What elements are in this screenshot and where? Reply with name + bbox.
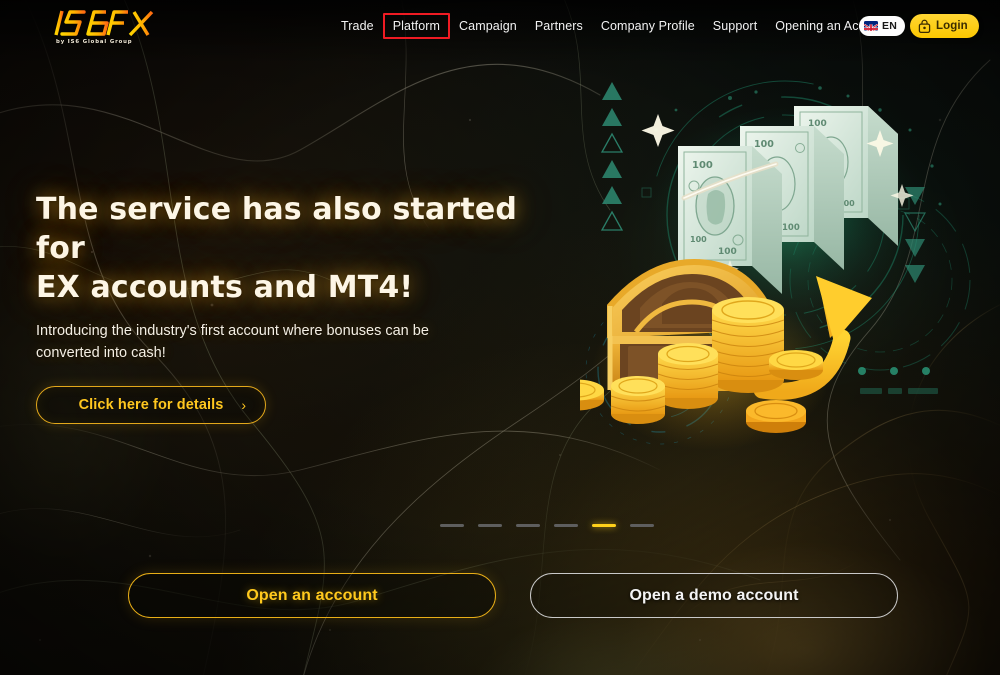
brand-tagline: by IS6 Global Group — [56, 39, 133, 45]
bottom-cta-row: Open an account Open a demo account — [0, 573, 1000, 619]
nav-item-partners[interactable]: Partners — [526, 14, 592, 39]
login-label: Login — [936, 20, 968, 32]
svg-text:100: 100 — [782, 223, 800, 233]
page-root: 100 100 100 100 100 100 100 by IS6 Globa… — [0, 0, 1000, 675]
carousel-dot-4[interactable] — [554, 524, 578, 527]
carousel-indicators — [440, 524, 654, 527]
chevron-right-icon: › — [241, 397, 246, 413]
hero-title-line2: EX accounts and MT4! — [36, 270, 414, 305]
carousel-dot-5[interactable] — [592, 524, 616, 527]
hero-details-button[interactable]: Click here for details › — [36, 386, 266, 424]
nav-item-platform[interactable]: Platform — [382, 12, 451, 40]
open-demo-account-button[interactable]: Open a demo account — [530, 573, 898, 618]
carousel-dot-2[interactable] — [478, 524, 502, 527]
login-button[interactable]: Login — [910, 14, 979, 38]
svg-text:100: 100 — [692, 160, 713, 171]
lock-icon — [918, 19, 931, 33]
nav-item-campaign[interactable]: Campaign — [450, 14, 526, 39]
hero-title-line1: The service has also started for — [36, 192, 517, 266]
main-navigation: Trade Platform Campaign Partners Company… — [332, 0, 899, 52]
bonus-to-cash-illustration: 100 100 100 100 100 100 100 — [580, 70, 980, 460]
open-account-button[interactable]: Open an account — [128, 573, 496, 618]
language-selector[interactable]: EN — [859, 16, 905, 36]
site-header: by IS6 Global Group Trade Platform Campa… — [0, 0, 1000, 52]
triangle-column — [600, 82, 624, 231]
hero-content: The service has also started for EX acco… — [36, 190, 566, 424]
nav-item-trade[interactable]: Trade — [332, 14, 383, 39]
svg-text:100: 100 — [718, 247, 737, 257]
nav-item-company-profile[interactable]: Company Profile — [592, 14, 704, 39]
brand-logo-icon — [54, 10, 154, 37]
carousel-dot-1[interactable] — [440, 524, 464, 527]
language-label: EN — [882, 20, 897, 32]
svg-text:100: 100 — [754, 139, 774, 150]
open-demo-account-label: Open a demo account — [629, 586, 799, 604]
open-account-label: Open an account — [246, 586, 378, 604]
carousel-dot-3[interactable] — [516, 524, 540, 527]
uk-flag-icon — [864, 21, 878, 31]
hero-details-label: Click here for details — [78, 397, 224, 413]
nav-item-support[interactable]: Support — [704, 14, 766, 39]
brand-logo[interactable]: by IS6 Global Group — [50, 6, 156, 50]
hero-subtitle: Introducing the industry's first account… — [36, 323, 429, 361]
carousel-dot-6[interactable] — [630, 524, 654, 527]
hero-title: The service has also started for EX acco… — [36, 190, 566, 307]
svg-text:100: 100 — [690, 235, 707, 244]
